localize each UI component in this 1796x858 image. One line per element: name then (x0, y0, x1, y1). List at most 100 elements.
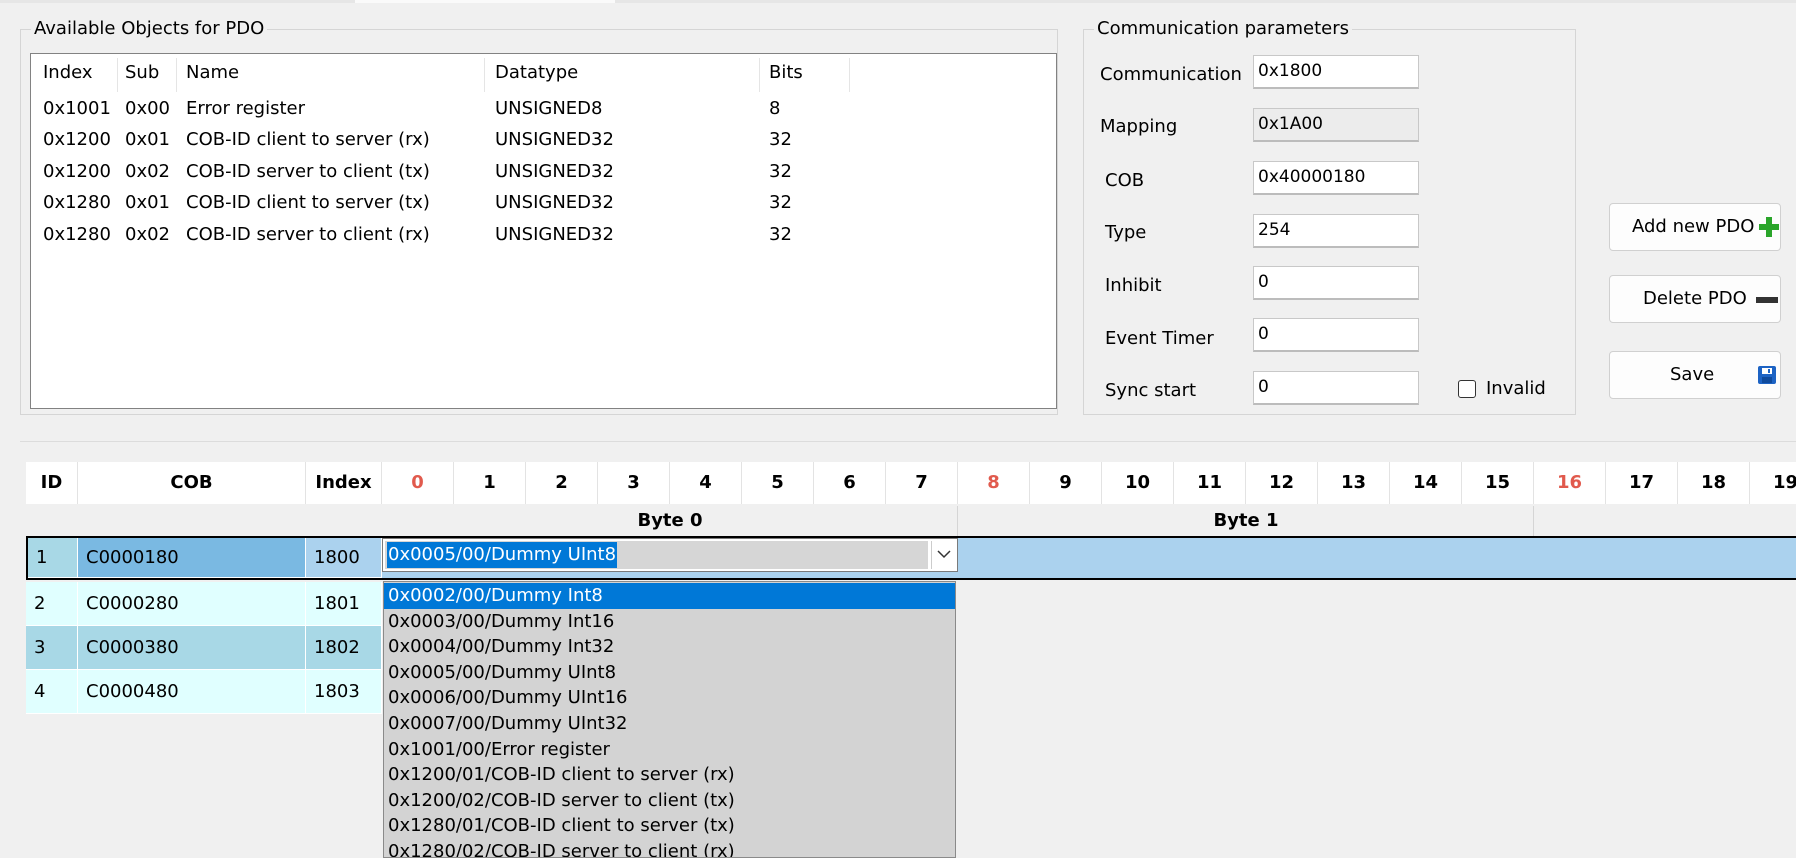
grid-cell-cob[interactable]: C0000180 (78, 538, 306, 578)
dropdown-item[interactable]: 0x0007/00/Dummy UInt32 (384, 711, 955, 737)
bit-column-header[interactable]: 3 (598, 462, 670, 504)
byte-1-header: Byte 1 (1213, 510, 1279, 531)
list-item[interactable]: 0x1200 0x02 COB-ID server to client (tx)… (31, 156, 1056, 187)
add-new-pdo-button[interactable]: Add new PDO (1609, 203, 1781, 251)
available-objects-list[interactable]: Index Sub Name Datatype Bits 0x1001 0x00… (30, 53, 1057, 409)
col-separator (849, 58, 850, 92)
type-label: Type (1105, 222, 1147, 243)
cell-sub: 0x00 (125, 98, 171, 119)
section-divider (20, 441, 1796, 442)
bit-column-header[interactable]: 11 (1174, 462, 1246, 504)
grid-cell-id[interactable]: 3 (26, 626, 78, 670)
dropdown-item[interactable]: 0x1280/02/COB-ID server to client (rx) (384, 839, 955, 857)
combobox-text-area[interactable]: 0x0005/00/Dummy UInt8 (385, 541, 928, 569)
cell-sub: 0x01 (125, 192, 171, 213)
grid-cell-cob[interactable]: C0000480 (78, 670, 306, 714)
cell-name: COB-ID client to server (tx) (186, 192, 430, 213)
bit-column-header[interactable]: 7 (886, 462, 958, 504)
cell-index: 0x1280 (43, 224, 111, 245)
cob-label: COB (1105, 170, 1145, 191)
mapping-label: Mapping (1100, 116, 1178, 137)
col-header-index[interactable]: Index (43, 58, 93, 88)
grid-cell-id[interactable]: 4 (26, 670, 78, 714)
grid-cell-index[interactable]: 1803 (306, 670, 382, 714)
grid-cell-cob[interactable]: C0000280 (78, 582, 306, 626)
bit-column-header[interactable]: 6 (814, 462, 886, 504)
bit-column-header[interactable]: 15 (1462, 462, 1534, 504)
col-header-bits[interactable]: Bits (769, 58, 803, 88)
bit-column-header[interactable]: 19 (1750, 462, 1796, 504)
combobox-arrow-button[interactable] (931, 541, 955, 569)
dropdown-item[interactable]: 0x1200/02/COB-ID server to client (tx) (384, 788, 955, 814)
bit-column-header[interactable]: 10 (1102, 462, 1174, 504)
cell-datatype: UNSIGNED32 (495, 129, 614, 150)
delete-pdo-label: Delete PDO (1643, 288, 1747, 309)
bit-column-header[interactable]: 5 (742, 462, 814, 504)
top-tab-strip (0, 0, 1796, 3)
cell-datatype: UNSIGNED32 (495, 161, 614, 182)
list-item[interactable]: 0x1280 0x01 COB-ID client to server (tx)… (31, 187, 1056, 218)
plus-icon (1759, 217, 1779, 237)
grid-cell-id[interactable]: 2 (26, 582, 78, 626)
byte-0-header: Byte 0 (637, 510, 703, 531)
cob-field[interactable]: 0x40000180 (1253, 161, 1419, 195)
col-header-datatype[interactable]: Datatype (495, 58, 578, 88)
list-item[interactable]: 0x1280 0x02 COB-ID server to client (rx)… (31, 219, 1056, 250)
bit-column-header[interactable]: 4 (670, 462, 742, 504)
grid-cell-index[interactable]: 1802 (306, 626, 382, 670)
sync-start-field[interactable]: 0 (1253, 371, 1419, 405)
save-button[interactable]: Save (1609, 351, 1781, 399)
grid-header-id[interactable]: ID (26, 462, 78, 504)
inhibit-label: Inhibit (1105, 275, 1162, 296)
cell-index: 0x1280 (43, 192, 111, 213)
bit-column-header[interactable]: 0 (382, 462, 454, 504)
grid-cell-index[interactable]: 1800 (306, 538, 382, 578)
bit-column-header[interactable]: 9 (1030, 462, 1102, 504)
communication-field[interactable]: 0x1800 (1253, 55, 1419, 89)
mapping-dropdown-list[interactable]: 0x0002/00/Dummy Int8 0x0003/00/Dummy Int1… (383, 581, 956, 858)
type-field[interactable]: 254 (1253, 214, 1419, 248)
event-timer-field[interactable]: 0 (1253, 318, 1419, 352)
col-header-name[interactable]: Name (186, 58, 239, 88)
cell-sub: 0x01 (125, 129, 171, 150)
invalid-checkbox[interactable] (1458, 380, 1476, 398)
cell-name: Error register (186, 98, 306, 119)
bit-column-header[interactable]: 2 (526, 462, 598, 504)
dropdown-item[interactable]: 0x0003/00/Dummy Int16 (384, 609, 955, 635)
mapping-combobox[interactable]: 0x0005/00/Dummy UInt8 (382, 538, 958, 572)
dropdown-item[interactable]: 0x1001/00/Error register (384, 737, 955, 763)
dropdown-item[interactable]: 0x0005/00/Dummy UInt8 (384, 660, 955, 686)
inhibit-field[interactable]: 0 (1253, 266, 1419, 300)
grid-header-index[interactable]: Index (306, 462, 382, 504)
grid-cell-index[interactable]: 1801 (306, 582, 382, 626)
invalid-label[interactable]: Invalid (1486, 378, 1546, 399)
delete-pdo-button[interactable]: Delete PDO (1609, 275, 1781, 323)
cell-datatype: UNSIGNED32 (495, 224, 614, 245)
bit-column-header[interactable]: 13 (1318, 462, 1390, 504)
comm-params-title: Communication parameters (1094, 19, 1352, 39)
bit-column-header[interactable]: 8 (958, 462, 1030, 504)
grid-cell-cob[interactable]: C0000380 (78, 626, 306, 670)
bit-column-header[interactable]: 1 (454, 462, 526, 504)
floppy-disk-icon (1758, 366, 1776, 384)
bit-column-header[interactable]: 14 (1390, 462, 1462, 504)
dropdown-item[interactable]: 0x0002/00/Dummy Int8 (384, 583, 955, 609)
cell-bits: 8 (769, 98, 781, 119)
dropdown-item[interactable]: 0x1200/01/COB-ID client to server (rx) (384, 762, 955, 788)
cell-bits: 32 (769, 192, 792, 213)
col-separator (117, 58, 118, 92)
dropdown-item[interactable]: 0x0004/00/Dummy Int32 (384, 634, 955, 660)
bit-column-header[interactable]: 17 (1606, 462, 1678, 504)
bit-column-header[interactable]: 12 (1246, 462, 1318, 504)
col-separator (759, 58, 760, 92)
bit-column-header[interactable]: 16 (1534, 462, 1606, 504)
grid-cell-id[interactable]: 1 (28, 538, 78, 578)
list-item[interactable]: 0x1200 0x01 COB-ID client to server (rx)… (31, 124, 1056, 155)
dropdown-item[interactable]: 0x1280/01/COB-ID client to server (tx) (384, 813, 955, 839)
bit-column-header[interactable]: 18 (1678, 462, 1750, 504)
cell-index: 0x1200 (43, 129, 111, 150)
col-header-sub[interactable]: Sub (125, 58, 159, 88)
list-item[interactable]: 0x1001 0x00 Error register UNSIGNED8 8 (31, 93, 1056, 124)
grid-header-cob[interactable]: COB (78, 462, 306, 504)
dropdown-item[interactable]: 0x0006/00/Dummy UInt16 (384, 685, 955, 711)
